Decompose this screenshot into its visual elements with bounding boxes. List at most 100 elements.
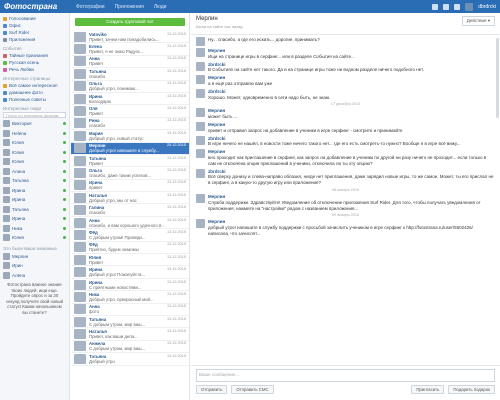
- chat-item[interactable]: Анжела 13.12.2015 С добрым утром, мир ваш.…: [71, 341, 189, 354]
- scrollbar[interactable]: [496, 38, 499, 118]
- friend-item[interactable]: Helena: [3, 129, 66, 139]
- sidebar-item[interactable]: домашнее фото: [3, 89, 66, 96]
- friend-item[interactable]: Юлия: [3, 138, 66, 148]
- chat-item[interactable]: Татьяна 13.12.2015 С добрым утром, мир ваш…: [71, 316, 189, 329]
- message-avatar[interactable]: [196, 121, 205, 131]
- friend-avatar: [3, 167, 10, 175]
- chat-item[interactable]: Ирина 13.12.2015 С приятными новостями...: [71, 279, 189, 292]
- friend-item[interactable]: Юлия: [3, 157, 66, 167]
- chat-item[interactable]: Фёд 13.12.2015 Приятно, будем знакомы: [71, 242, 189, 255]
- message-avatar[interactable]: [196, 193, 205, 203]
- settings-icon[interactable]: [454, 3, 461, 10]
- friend-item[interactable]: Татьяна: [3, 205, 66, 215]
- message-avatar[interactable]: [196, 149, 205, 159]
- friend-item[interactable]: Ирина: [3, 186, 66, 196]
- chat-item[interactable]: Галина 13.12.2015 спасибо: [71, 204, 189, 217]
- chat-item[interactable]: Ирина 13.12.2015 привет: [71, 180, 189, 193]
- gift-button[interactable]: Подарить подарок: [448, 385, 495, 394]
- chat-text: Ирина 13.12.2015 Добрый утро! Пожалуйста..…: [89, 267, 186, 277]
- notifications-icon[interactable]: [443, 3, 450, 10]
- friend-item[interactable]: Юлия: [3, 233, 66, 243]
- friend-item[interactable]: Ника: [3, 224, 66, 234]
- chat-text: Татьяна 13.12.2015 спасибо: [89, 69, 186, 79]
- message-input[interactable]: Ваше сообщение...: [196, 369, 495, 382]
- last-seen: Была на сайте час назад: [196, 24, 243, 29]
- message-body: Мерлин а я ещё раз отправлю вам уже: [208, 75, 272, 87]
- site-logo[interactable]: Фотострана: [0, 2, 72, 11]
- chat-item[interactable]: Анна 13.12.2015 спасибо, и вам хорошего уд…: [71, 217, 189, 230]
- sidebar-item-label: Тайные признания: [9, 53, 48, 58]
- invite-button[interactable]: Пригласить: [411, 385, 445, 394]
- online-indicator: [63, 160, 66, 164]
- create-group-chat-button[interactable]: Создать групповой чат: [75, 18, 185, 26]
- chat-item[interactable]: Ольга 13.12.2015 спасибо, даже таким успех…: [71, 167, 189, 180]
- chat-item[interactable]: Ольга 13.12.2015 Добрый утро, понимаю...: [71, 81, 189, 93]
- friend-search-input[interactable]: Поиск по ключевым фразам: [3, 112, 66, 118]
- message-avatar[interactable]: [196, 37, 205, 46]
- avatar[interactable]: [465, 2, 474, 11]
- nav-photos[interactable]: Фотографии: [76, 4, 105, 10]
- send-sms-button[interactable]: Отправить СМС: [231, 385, 274, 394]
- message-avatar[interactable]: [196, 61, 205, 71]
- sidebar-item[interactable]: Surf Rider: [3, 29, 66, 36]
- friend-item[interactable]: Мерлин: [3, 252, 66, 262]
- friend-item[interactable]: Виктория: [3, 119, 66, 129]
- chat-item[interactable]: Ника 13.12.2015 Добрый утро, прекрасный мо…: [71, 291, 189, 304]
- chat-item[interactable]: Юлия 13.12.2015 Привет: [71, 254, 189, 267]
- sidebar-item[interactable]: Русская осень: [3, 59, 66, 66]
- message-avatar[interactable]: [196, 219, 205, 229]
- chat-item[interactable]: Ирина 13.12.2015 Добрый утро! Пожалуйста..…: [71, 266, 189, 279]
- actions-dropdown[interactable]: Действия ▾: [461, 16, 495, 26]
- chat-item[interactable]: Мерлин 20.12.2015 Добрый утро! напишите в …: [71, 142, 189, 155]
- chat-item[interactable]: Татьяна 13.12.2015 спасибо: [71, 68, 189, 81]
- friend-avatar: [3, 177, 10, 185]
- chat-item[interactable]: Ирина 13.12.2015 Благодарю: [71, 93, 189, 106]
- chat-item[interactable]: Наталья 13.12.2015 Добрый утро, мы от нас: [71, 192, 189, 205]
- chat-item[interactable]: Рина 13.12.2015 спасибо: [71, 118, 189, 131]
- sidebar-item[interactable]: Приложения: [3, 36, 66, 43]
- contact-name[interactable]: Мерлин: [196, 16, 243, 22]
- nav-apps[interactable]: Приложения: [115, 4, 144, 10]
- username[interactable]: dbrdrcki: [478, 4, 496, 10]
- sidebar-item[interactable]: Всё самое интересное!: [3, 82, 66, 89]
- message-avatar[interactable]: [196, 48, 205, 57]
- chat-item[interactable]: Оля 13.12.2015 Привет: [71, 105, 189, 118]
- message-avatar[interactable]: [196, 88, 205, 98]
- sidebar-item[interactable]: Голосование: [3, 15, 66, 22]
- friend-item[interactable]: Ирина: [3, 214, 66, 224]
- friend-item[interactable]: Алёна: [3, 271, 66, 281]
- interesting-heading: Интересные страницы: [3, 76, 51, 81]
- sidebar-item[interactable]: Тайные признания: [3, 52, 66, 59]
- friend-item[interactable]: Юлия: [3, 148, 66, 158]
- friend-item[interactable]: Ирина: [3, 195, 66, 205]
- chat-avatar: [74, 341, 86, 352]
- sidebar-item-label: Всё самое интересное!: [9, 83, 58, 88]
- send-button[interactable]: Отправить: [196, 385, 228, 394]
- message-avatar[interactable]: [196, 168, 205, 178]
- sidebar-item[interactable]: Офис: [3, 22, 66, 29]
- chat-item[interactable]: Фёд 13.12.2015 С добрым утром! Проведи...: [71, 229, 189, 242]
- chat-item[interactable]: Татьяна 13.12.2015 Привет: [71, 155, 189, 168]
- chat-item[interactable]: Мария 13.12.2015 Добрый утро, новый статус: [71, 130, 189, 143]
- message-avatar[interactable]: [196, 75, 205, 85]
- message-text: может быть ...: [208, 114, 238, 120]
- chat-date: 13.12.2015: [166, 279, 186, 284]
- chat-item[interactable]: Татьяна 13.12.2015 Добрый утро: [71, 353, 189, 366]
- message-avatar[interactable]: [196, 108, 205, 118]
- chat-item[interactable]: Наталья 13.12.2015 Привет, как ваши дела..…: [71, 328, 189, 341]
- friend-item[interactable]: Алина: [3, 167, 66, 177]
- chat-item[interactable]: Анна 13.12.2015 Привет: [71, 56, 189, 69]
- friend-item[interactable]: Ирин: [3, 261, 66, 271]
- chat-preview: Привет: [89, 61, 104, 67]
- friend-name: Юлия: [12, 159, 24, 165]
- sidebar-item[interactable]: Речь Любви: [3, 66, 66, 73]
- message-avatar[interactable]: [196, 135, 205, 145]
- nav-people[interactable]: Люди: [154, 4, 167, 10]
- chat-item[interactable]: Анна 13.12.2015 фото: [71, 304, 189, 316]
- messages-icon[interactable]: [432, 3, 439, 10]
- friend-name: Алина: [12, 168, 26, 174]
- friend-item[interactable]: Татьяна: [3, 176, 66, 186]
- chat-item[interactable]: Елена 13.12.2015 Привет, я не знаю Радуга.…: [71, 43, 189, 56]
- chat-item[interactable]: Vatoviko 13.12.2015 Привет, зачем нам пона…: [71, 31, 189, 44]
- sidebar-item[interactable]: Полезные советы: [3, 96, 66, 103]
